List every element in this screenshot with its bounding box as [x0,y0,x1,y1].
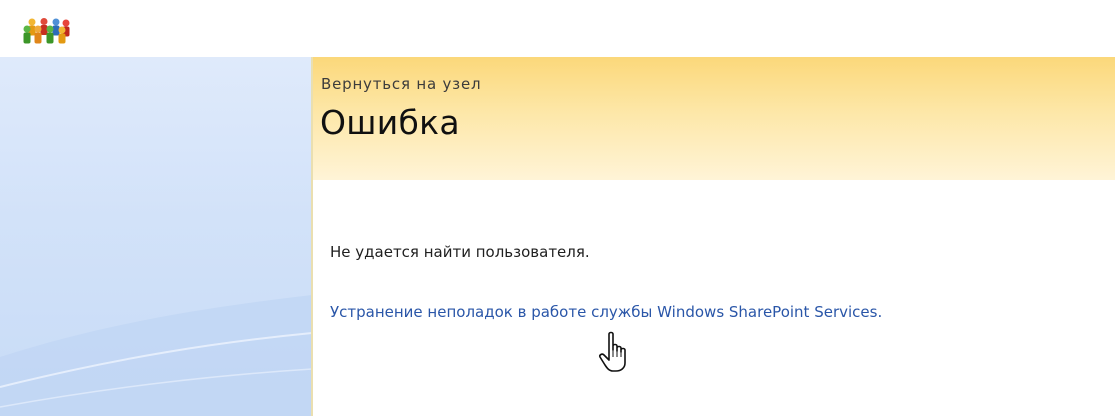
error-message: Не удается найти пользователя. [330,243,590,261]
left-navigation-panel [0,57,312,416]
hand-pointer-cursor-icon [599,331,626,372]
main-content: Не удается найти пользователя. Устранени… [313,180,1115,416]
nav-decorative-swoosh [0,295,312,416]
troubleshooting-link[interactable]: Устранение неполадок в работе службы Win… [330,303,882,321]
page-title: Ошибка [320,103,460,142]
top-bar [0,0,1115,57]
page-header: Вернуться на узел Ошибка [313,57,1115,180]
sharepoint-people-logo-icon[interactable] [22,18,72,44]
back-to-site-link[interactable]: Вернуться на узел [321,75,481,93]
